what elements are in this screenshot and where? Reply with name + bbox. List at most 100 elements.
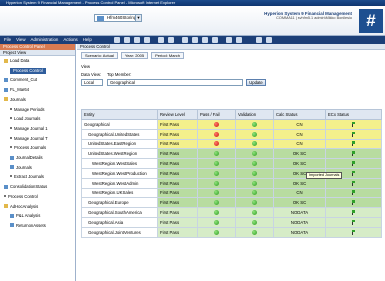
table-row[interactable]: Geographical.Asia First Pass NODATA [81, 216, 382, 228]
pass-fail-cell [197, 226, 236, 238]
print-icon[interactable] [144, 37, 150, 43]
tree-item[interactable]: Load Data [4, 58, 29, 64]
flag-icon [351, 121, 356, 127]
entity-cell: Geographical.Europe [81, 197, 158, 209]
bullet-icon [10, 146, 12, 149]
data-view-select[interactable]: Local [81, 79, 103, 86]
nav-first-icon[interactable] [256, 37, 262, 43]
ecx-status-cell [325, 216, 382, 228]
folder-icon [4, 204, 8, 208]
pass-fail-cell [197, 216, 236, 228]
filter-icon[interactable] [168, 37, 174, 43]
entity-cell: Geographical.JointVentures [81, 226, 158, 238]
review-cell: First Pass [157, 177, 198, 189]
column-header[interactable]: Review Level [157, 109, 198, 120]
tree-item[interactable]: JournalDetails [10, 155, 43, 161]
tree-item[interactable]: Process Journals [10, 145, 46, 151]
tools-icon[interactable] [158, 37, 164, 43]
table-row[interactable]: UnitedStates.EastRegion First Pass CN [81, 138, 382, 150]
fail-status-icon [214, 121, 219, 127]
tree-item[interactable]: Manage Journal T [10, 136, 48, 142]
pass-status-icon [214, 210, 219, 216]
top-member-input[interactable]: Geographical [107, 79, 243, 86]
tree-item[interactable]: Comment_Cut [4, 77, 37, 83]
pov-tab[interactable]: Period: March [151, 52, 185, 59]
table-row[interactable]: UnitedStates.WestRegion First Pass OK SC [81, 148, 382, 160]
refresh-icon[interactable] [134, 37, 140, 43]
tree-item[interactable]: AdHocAnalysis [4, 204, 38, 210]
tree-item[interactable]: ConsolidationStatus [4, 184, 47, 190]
column-header[interactable]: Validation [235, 109, 274, 120]
tree-item[interactable]: FL_Mar64 [4, 87, 29, 93]
table-row[interactable]: Geographical First Pass CN [81, 119, 382, 130]
bullet-icon [10, 126, 12, 129]
column-header[interactable]: ECx Status [325, 109, 382, 120]
tree-item[interactable]: Load Journals [10, 116, 40, 122]
calc-status-cell: OK SC [273, 177, 326, 189]
review-cell: First Pass [157, 128, 198, 140]
review-cell: First Pass [157, 216, 198, 228]
table-row[interactable]: Geographical.SouthAmerica First Pass NODAT… [81, 207, 382, 218]
menu-item-help[interactable]: Help [83, 36, 92, 44]
column-header[interactable]: Calc Status [273, 109, 326, 120]
tree-item-label: Journals [16, 164, 32, 170]
review-cell: First Pass [157, 187, 198, 199]
ecx-status-cell [325, 138, 382, 150]
settings-icon[interactable] [212, 37, 218, 43]
column-header[interactable]: Entity [81, 109, 158, 120]
forward-icon[interactable] [124, 37, 130, 43]
back-icon[interactable] [114, 37, 120, 43]
table-row[interactable]: WestRegion.WestSales First Pass OK SC [81, 158, 382, 169]
pass-status-icon [252, 141, 257, 147]
table-row[interactable]: Geographical.JointVentures First Pass NODA… [81, 226, 382, 238]
grid-icon[interactable] [182, 37, 188, 43]
pov-tab[interactable]: Year: 2005 [120, 52, 149, 59]
tree-item[interactable]: Process Control [4, 194, 38, 200]
validation-cell [235, 187, 274, 199]
tree-item[interactable]: Journals [10, 165, 32, 171]
menu-item-actions[interactable]: Actions [63, 36, 77, 44]
flag-icon [351, 131, 356, 137]
pov-tab[interactable]: Scenario: Actual [81, 52, 118, 59]
database-select[interactable]: Hfm460Storing ▼ [94, 14, 142, 22]
doc-icon [10, 155, 14, 160]
ecx-status-cell [325, 226, 382, 238]
entity-cell: WestRegion.WestAdmin [81, 177, 158, 189]
tree-item[interactable]: Extract Journals [10, 174, 44, 180]
table-row[interactable]: Geographical.Europe First Pass OK SC [81, 197, 382, 209]
pass-status-icon [214, 190, 219, 196]
menu-item-view[interactable]: View [16, 36, 25, 44]
fail-status-icon [214, 131, 219, 137]
table-row[interactable]: Geographical.UnitedStates First Pass CN [81, 128, 382, 140]
chevron-down-icon[interactable]: ▼ [135, 15, 141, 21]
bullet-icon [4, 194, 6, 197]
bullet-icon [10, 136, 12, 139]
table-row[interactable]: WestRegion.UKSales First Pass CN [81, 187, 382, 199]
table-row[interactable]: WestRegion.WestAdmin First Pass OK SC [81, 177, 382, 189]
ecx-status-cell [325, 158, 382, 169]
tree-item[interactable]: Journals [4, 97, 26, 103]
export-icon[interactable] [202, 37, 208, 43]
folder-icon [4, 58, 8, 63]
column-header[interactable]: Pass / Fail [197, 109, 236, 120]
tree-item[interactable]: Manage Periods [10, 107, 45, 113]
nav-last-icon[interactable] [266, 37, 272, 43]
update-button[interactable]: Update [246, 79, 266, 86]
flag-icon [351, 229, 356, 235]
pov-tabs: Scenario: Actual Year: 2005 Period: March [77, 52, 185, 60]
chart-icon[interactable] [192, 37, 198, 43]
tree-item[interactable]: Process Control [10, 67, 46, 74]
home-icon[interactable] [226, 37, 232, 43]
ecx-status-cell [325, 148, 382, 160]
tree-item[interactable]: Manage Journal 1 [10, 126, 48, 132]
tree-item[interactable]: P&L Analysis [10, 213, 40, 219]
view-label: View [81, 64, 91, 69]
pass-fail-cell [197, 177, 236, 189]
menu-item-file[interactable]: File [4, 36, 11, 44]
tree-item[interactable]: ReturnonAssets [10, 223, 46, 229]
calc-status-cell: CN [273, 187, 326, 199]
project-view-label: Project View [0, 50, 75, 56]
menu-item-administration[interactable]: Administration [31, 36, 59, 44]
entity-cell: Geographical.Asia [81, 216, 158, 228]
help-icon[interactable] [236, 37, 242, 43]
